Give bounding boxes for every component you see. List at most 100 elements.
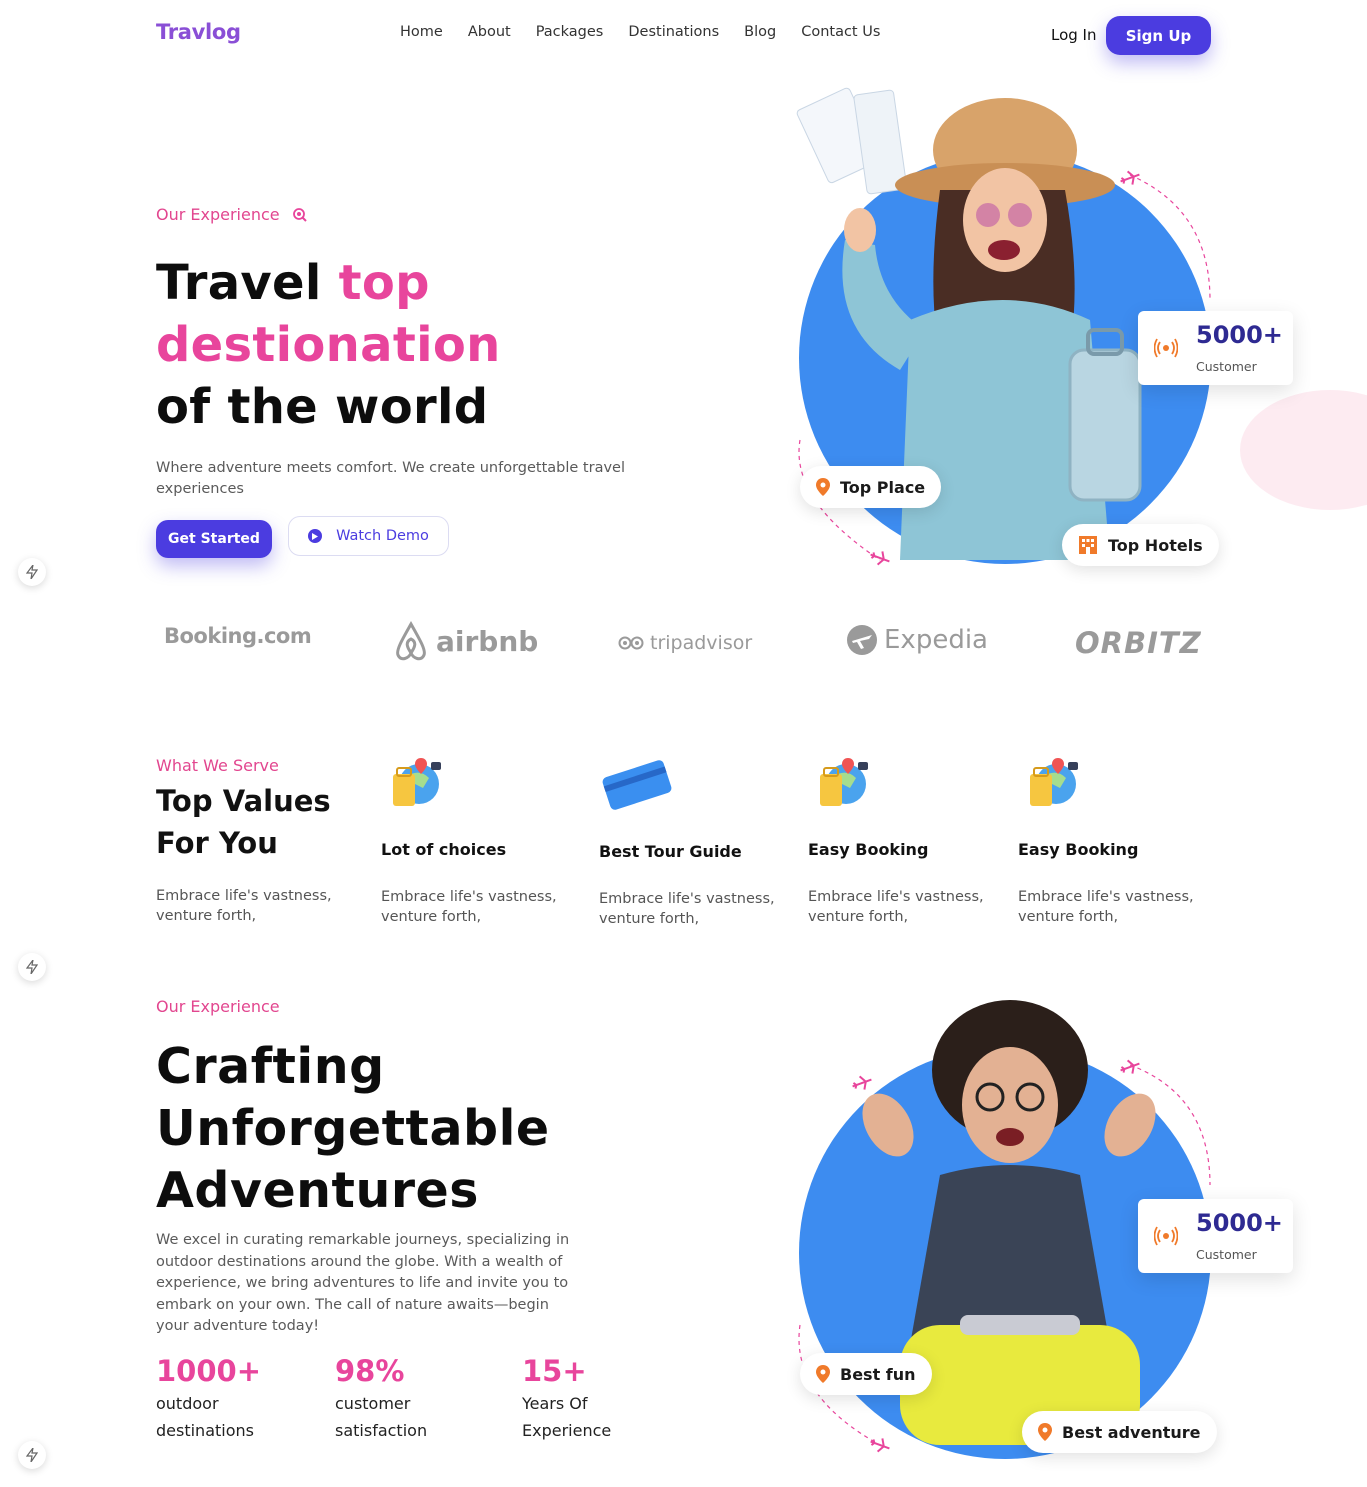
adventures-visual: 5000+ Customer Best fun Best adventure bbox=[770, 985, 1367, 1485]
value-card-4-desc: Embrace life's vastness, venture forth, bbox=[1018, 889, 1194, 925]
brand-logo[interactable]: Travlog bbox=[156, 20, 241, 44]
value-card-1[interactable]: Lot of choices Embrace life's vastness, … bbox=[381, 756, 571, 927]
partner-expedia: Expedia bbox=[846, 624, 988, 656]
hero-title: Travel top destionation of the world bbox=[156, 252, 501, 438]
metric-satisfaction-label: customer satisfaction bbox=[335, 1394, 428, 1440]
metric-experience-value: 15+ bbox=[522, 1354, 587, 1388]
adventures-title-line2: Unforgettable bbox=[156, 1100, 550, 1157]
top-hotels-label: Top Hotels bbox=[1108, 535, 1203, 555]
values-title-line2: For You bbox=[156, 826, 278, 860]
airbnb-icon bbox=[396, 620, 426, 661]
map-pin-icon bbox=[816, 1365, 830, 1383]
adventures-customer-stat-label: Customer bbox=[1196, 1247, 1257, 1262]
signup-button[interactable]: Sign Up bbox=[1106, 16, 1211, 55]
value-card-3-desc: Embrace life's vastness, venture forth, bbox=[808, 889, 984, 925]
nav-item-packages[interactable]: Packages bbox=[536, 24, 604, 40]
login-link[interactable]: Log In bbox=[1051, 26, 1097, 44]
value-card-3-title: Easy Booking bbox=[808, 840, 929, 859]
adventures-customer-stat-value: 5000+ bbox=[1196, 1209, 1283, 1237]
watch-demo-button[interactable]: Watch Demo bbox=[288, 516, 449, 556]
partner-tripadvisor-label: tripadvisor bbox=[650, 632, 753, 654]
expedia-plane-icon bbox=[847, 625, 877, 655]
top-hotels-badge: Top Hotels bbox=[1062, 524, 1219, 566]
luggage-globe-icon bbox=[393, 758, 441, 806]
adventures-eyebrow: Our Experience bbox=[156, 997, 280, 1016]
signal-icon bbox=[1154, 338, 1178, 358]
map-pin-icon bbox=[816, 478, 830, 496]
best-adventure-badge: Best adventure bbox=[1022, 1411, 1217, 1453]
metric-experience: 15+ Years Of Experience bbox=[522, 1354, 611, 1444]
value-card-1-title: Lot of choices bbox=[381, 840, 507, 859]
value-card-3[interactable]: Easy Booking Embrace life's vastness, ve… bbox=[808, 756, 998, 927]
top-place-badge: Top Place bbox=[800, 466, 942, 508]
metric-experience-label: Years Of Experience bbox=[522, 1394, 612, 1440]
adventures-title-line1: Crafting bbox=[156, 1038, 385, 1095]
adventures-customer-stat-card: 5000+ Customer bbox=[1138, 1199, 1293, 1273]
value-card-1-desc: Embrace life's vastness, venture forth, bbox=[381, 889, 557, 925]
play-icon bbox=[308, 529, 323, 543]
floating-bolt-button[interactable] bbox=[18, 1441, 46, 1469]
partner-airbnb-label: airbnb bbox=[436, 624, 539, 658]
partner-orbitz-label: ORBITZ bbox=[1075, 626, 1202, 660]
partner-orbitz: ORBITZ bbox=[1075, 626, 1202, 660]
excited-man-illustration bbox=[862, 1000, 1156, 1445]
nav-item-destinations[interactable]: Destinations bbox=[628, 24, 719, 40]
partner-tripadvisor: tripadvisor bbox=[618, 632, 752, 654]
customer-stat-card: 5000+ Customer bbox=[1138, 311, 1293, 385]
hero-eyebrow: Our Experience bbox=[156, 205, 308, 224]
hero-title-part3: of the world bbox=[156, 379, 489, 435]
values-title-line1: Top Values bbox=[156, 784, 331, 818]
watch-demo-label: Watch Demo bbox=[336, 528, 429, 544]
credit-card-icon bbox=[602, 760, 672, 810]
metric-destinations: 1000+ outdoor destinations bbox=[156, 1354, 261, 1444]
floating-bolt-button[interactable] bbox=[18, 953, 46, 981]
adventures-title-line3: Adventures bbox=[156, 1162, 479, 1219]
floating-bolt-button[interactable] bbox=[18, 558, 46, 586]
nav-item-home[interactable]: Home bbox=[400, 24, 443, 40]
metric-destinations-label: outdoor destinations bbox=[156, 1394, 254, 1440]
hero-title-highlight2: destionation bbox=[156, 317, 501, 373]
customer-stat-value: 5000+ bbox=[1196, 321, 1283, 349]
values-description: Embrace life's vastness, venture forth, bbox=[156, 888, 332, 924]
search-globe-icon bbox=[292, 207, 307, 222]
value-card-4-title: Easy Booking bbox=[1018, 840, 1139, 859]
values-title: Top Values For You bbox=[156, 780, 331, 864]
partner-booking: Booking.com bbox=[164, 624, 312, 648]
partner-logos: Booking.com airbnb tripadvisor Expedia O… bbox=[0, 600, 1367, 690]
hotel-icon bbox=[1079, 536, 1097, 554]
nav-item-blog[interactable]: Blog bbox=[744, 24, 776, 40]
partner-booking-label: Booking.com bbox=[164, 624, 312, 648]
values-eyebrow: What We Serve bbox=[156, 756, 279, 775]
adventures-description: We excel in curating remarkable journeys… bbox=[156, 1232, 570, 1335]
luggage-globe-icon bbox=[820, 758, 868, 806]
value-card-2[interactable]: Best Tour Guide Embrace life's vastness,… bbox=[599, 756, 789, 929]
metric-destinations-value: 1000+ bbox=[156, 1354, 262, 1388]
lightning-icon bbox=[26, 960, 38, 974]
customer-stat-label: Customer bbox=[1196, 359, 1257, 374]
top-place-label: Top Place bbox=[840, 477, 926, 497]
metric-satisfaction: 98% customer satisfaction bbox=[335, 1354, 427, 1444]
map-pin-icon bbox=[1038, 1423, 1052, 1441]
value-card-2-title: Best Tour Guide bbox=[599, 842, 742, 861]
hero-title-part1: Travel bbox=[156, 255, 339, 311]
value-card-4[interactable]: Easy Booking Embrace life's vastness, ve… bbox=[1018, 756, 1208, 927]
hero-description: Where adventure meets comfort. We create… bbox=[156, 460, 625, 497]
lightning-icon bbox=[26, 1448, 38, 1462]
nav-item-contact[interactable]: Contact Us bbox=[801, 24, 880, 40]
adventures-title: Crafting Unforgettable Adventures bbox=[156, 1036, 550, 1222]
main-nav: Home About Packages Destinations Blog Co… bbox=[400, 24, 880, 40]
partner-expedia-label: Expedia bbox=[884, 625, 988, 655]
signal-icon bbox=[1154, 1226, 1178, 1246]
nav-item-about[interactable]: About bbox=[468, 24, 511, 40]
get-started-button[interactable]: Get Started bbox=[156, 520, 272, 558]
best-adventure-label: Best adventure bbox=[1062, 1422, 1201, 1442]
hero-visual: 5000+ Customer Top Place Top Hotels bbox=[770, 70, 1367, 600]
best-fun-label: Best fun bbox=[840, 1364, 916, 1384]
hero-eyebrow-label: Our Experience bbox=[156, 205, 280, 224]
best-fun-badge: Best fun bbox=[800, 1353, 932, 1395]
partner-airbnb: airbnb bbox=[392, 620, 538, 662]
value-card-2-desc: Embrace life's vastness, venture forth, bbox=[599, 891, 775, 927]
metric-satisfaction-value: 98% bbox=[335, 1354, 405, 1388]
hero-title-highlight1: top bbox=[338, 255, 430, 311]
luggage-globe-icon bbox=[1030, 758, 1078, 806]
